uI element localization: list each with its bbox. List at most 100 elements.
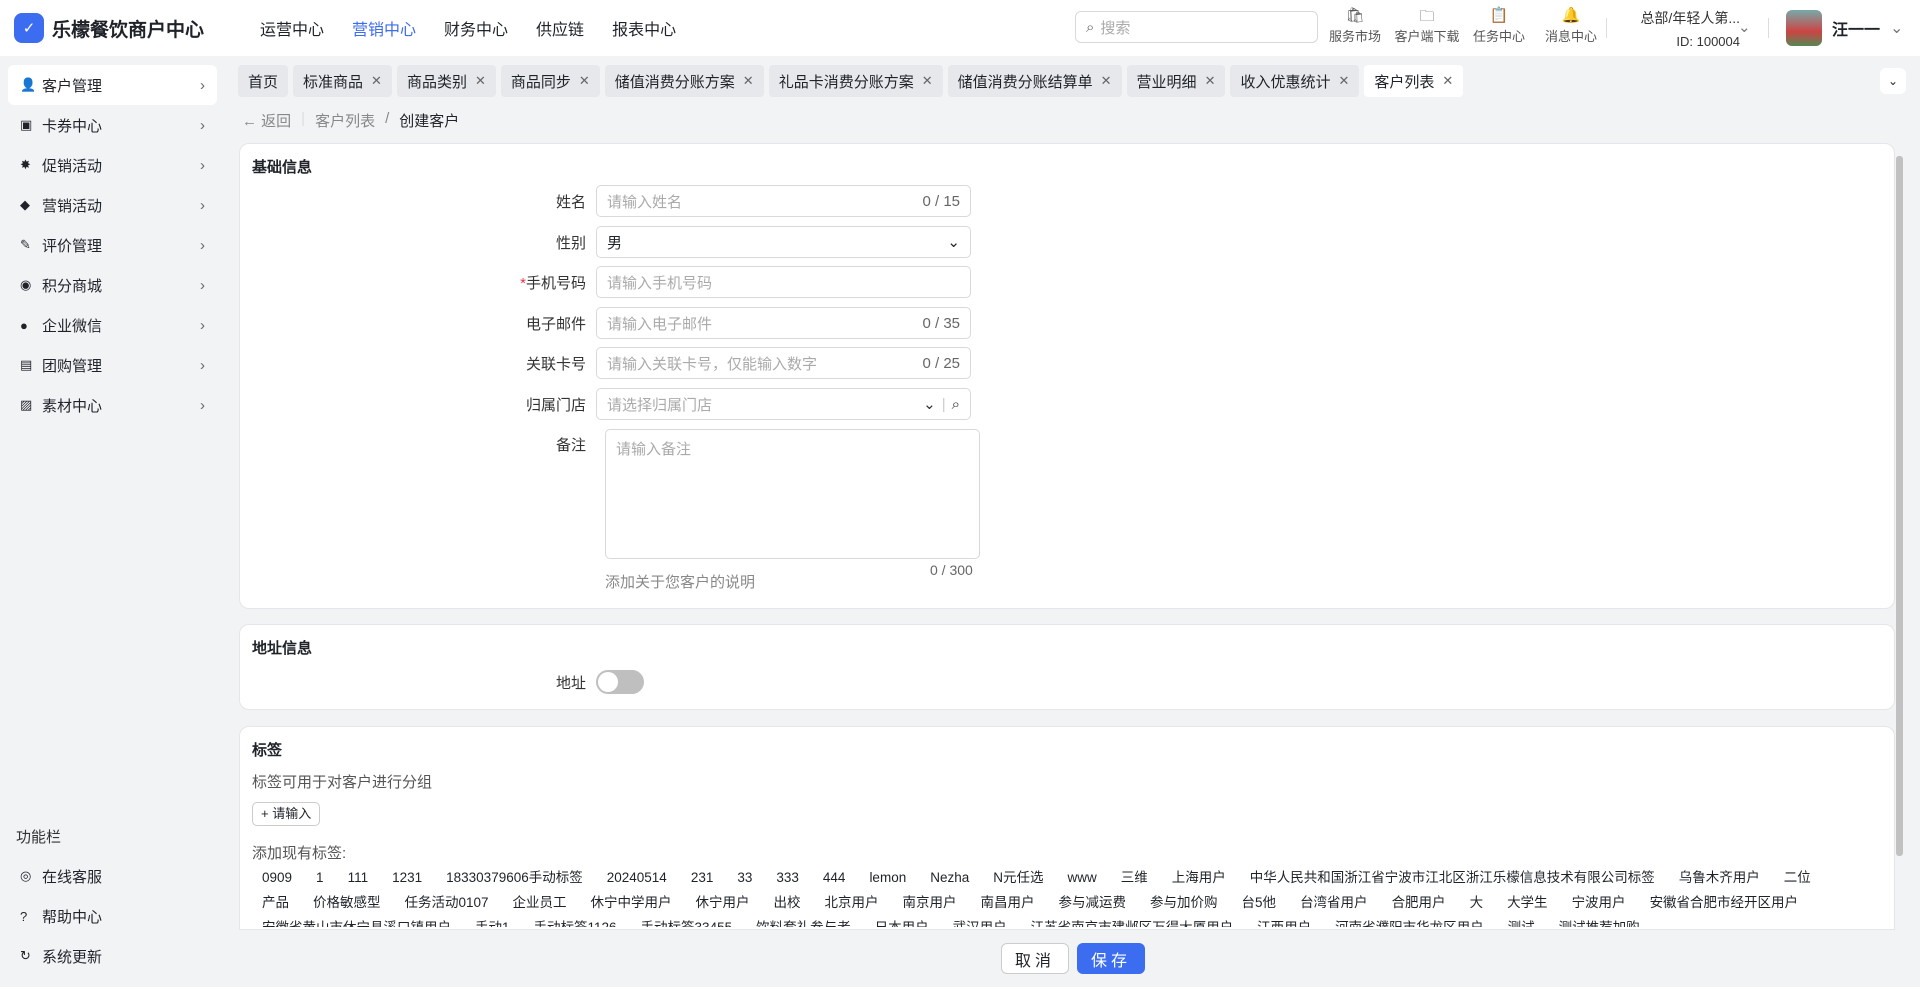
scrollbar-thumb[interactable]: [1896, 156, 1903, 856]
tag-chip[interactable]: 江苏省南京市建邺区万得大厦用户: [1031, 915, 1234, 927]
tab-item[interactable]: 商品类别 ✕: [396, 65, 496, 97]
tag-chip[interactable]: 333: [776, 865, 799, 890]
service-market-button[interactable]: 🛍 服务市场: [1322, 6, 1388, 45]
tag-chip[interactable]: 合肥用户: [1392, 890, 1446, 915]
breadcrumb-customer-list[interactable]: 客户列表: [315, 110, 375, 131]
sidebar-item-materials[interactable]: ▨ 素材中心 ›: [8, 385, 217, 425]
back-link[interactable]: ← 返回: [242, 110, 291, 131]
store-select[interactable]: 请选择归属门店 ⌄ | ⌕: [596, 388, 971, 420]
address-toggle[interactable]: [596, 670, 644, 694]
tag-chip[interactable]: 三维: [1121, 865, 1148, 890]
add-tag-button[interactable]: + 请输入: [252, 802, 321, 826]
tag-chip[interactable]: 手动标签33455: [641, 915, 733, 927]
tabs-more-button[interactable]: ⌄: [1880, 68, 1906, 94]
tab-item[interactable]: 客户列表 ✕: [1364, 65, 1464, 97]
system-update-link[interactable]: ↻ 系统更新: [8, 936, 217, 976]
note-textarea[interactable]: 请输入备注: [605, 429, 980, 559]
name-input[interactable]: 请输入姓名 0 / 15: [596, 185, 971, 217]
online-support-link[interactable]: ◎ 在线客服: [8, 856, 217, 896]
card-number-input[interactable]: 请输入关联卡号，仅能输入数字 0 / 25: [596, 347, 971, 379]
tag-chip[interactable]: 休宁用户: [696, 890, 750, 915]
tag-chip[interactable]: 18330379606手动标签: [446, 865, 583, 890]
close-icon[interactable]: ✕: [922, 73, 933, 89]
close-icon[interactable]: ✕: [743, 73, 754, 89]
tag-chip[interactable]: 33: [737, 865, 752, 890]
task-center-button[interactable]: 📋 任务中心: [1466, 6, 1532, 45]
tag-chip[interactable]: 南昌用户: [981, 890, 1035, 915]
save-button[interactable]: 保存: [1077, 943, 1145, 974]
tag-chip[interactable]: 安徽省合肥市经开区用户: [1650, 890, 1799, 915]
help-center-link[interactable]: ? 帮助中心: [8, 896, 217, 936]
close-icon[interactable]: ✕: [1442, 73, 1453, 89]
tag-chip[interactable]: 台湾省用户: [1300, 890, 1368, 915]
tab-item[interactable]: 礼品卡消费分账方案 ✕: [768, 65, 943, 97]
tag-chip[interactable]: 休宁中学用户: [591, 890, 672, 915]
sidebar-item-customers[interactable]: 👤 客户管理 ›: [8, 65, 217, 105]
tag-chip[interactable]: 乌鲁木齐用户: [1679, 865, 1760, 890]
sidebar-item-coupons[interactable]: ▣ 卡券中心 ›: [8, 105, 217, 145]
phone-input[interactable]: 请输入手机号码: [596, 266, 971, 298]
sidebar-item-promotions[interactable]: ✸ 促销活动 ›: [8, 145, 217, 185]
nav-reports[interactable]: 报表中心: [612, 16, 676, 40]
tag-chip[interactable]: 任务活动0107: [405, 890, 489, 915]
tag-chip[interactable]: 参与减运费: [1059, 890, 1127, 915]
search-icon[interactable]: ⌕: [952, 396, 960, 413]
tag-chip[interactable]: www: [1068, 865, 1097, 890]
nav-operations[interactable]: 运营中心: [260, 16, 324, 40]
email-input[interactable]: 请输入电子邮件 0 / 35: [596, 307, 971, 339]
tag-chip[interactable]: 宁波用户: [1572, 890, 1626, 915]
close-icon[interactable]: ✕: [579, 73, 590, 89]
tag-chip[interactable]: 上海用户: [1172, 865, 1226, 890]
tag-chip[interactable]: 手动1: [475, 915, 510, 927]
tag-chip[interactable]: 1231: [392, 865, 422, 890]
logo[interactable]: ✓ 乐檬餐饮商户中心: [14, 13, 234, 43]
message-center-button[interactable]: 🔔 消息中心: [1538, 6, 1604, 45]
tag-chip[interactable]: 中华人民共和国浙江省宁波市江北区浙江乐檬信息技术有限公司标签: [1250, 865, 1655, 890]
tag-chip[interactable]: 产品: [262, 890, 289, 915]
tab-item[interactable]: 收入优惠统计 ✕: [1230, 65, 1360, 97]
tag-chip[interactable]: 1: [316, 865, 324, 890]
tag-chip[interactable]: 饮料套礼参与者: [756, 915, 851, 927]
tag-chip[interactable]: 河南省濮阳市华龙区用户: [1335, 915, 1484, 927]
tag-chip[interactable]: 444: [823, 865, 846, 890]
tab-item[interactable]: 标准商品 ✕: [293, 65, 392, 97]
tag-chip[interactable]: 手动标签1126: [534, 915, 617, 927]
tag-chip[interactable]: 企业员工: [513, 890, 567, 915]
sidebar-item-wecom[interactable]: ● 企业微信 ›: [8, 305, 217, 345]
nav-marketing[interactable]: 营销中心: [352, 16, 416, 40]
tag-chip[interactable]: 20240514: [607, 865, 667, 890]
search-input[interactable]: ⌕ 搜索: [1075, 11, 1318, 43]
tag-chip[interactable]: 二位: [1784, 865, 1811, 890]
org-selector[interactable]: 总部/年轻人第... ID: 100004: [1620, 8, 1740, 49]
tag-chip[interactable]: 0909: [262, 865, 292, 890]
sidebar-item-marketing[interactable]: ◆ 营销活动 ›: [8, 185, 217, 225]
tag-chip[interactable]: 231: [691, 865, 714, 890]
tag-chip[interactable]: 测试推荐加购: [1559, 915, 1640, 927]
tab-item[interactable]: 首页: [238, 65, 289, 97]
close-icon[interactable]: ✕: [371, 73, 382, 89]
tag-chip[interactable]: 参与加价购: [1150, 890, 1218, 915]
tag-chip[interactable]: lemon: [869, 865, 906, 890]
tag-chip[interactable]: 北京用户: [825, 890, 879, 915]
tag-chip[interactable]: 111: [348, 865, 369, 890]
close-icon[interactable]: ✕: [1338, 73, 1349, 89]
tag-chip[interactable]: 出校: [774, 890, 801, 915]
close-icon[interactable]: ✕: [1101, 73, 1112, 89]
tag-chip[interactable]: 武汉用户: [953, 915, 1007, 927]
tab-item[interactable]: 商品同步 ✕: [500, 65, 600, 97]
tab-item[interactable]: 营业明细 ✕: [1126, 65, 1226, 97]
tag-chip[interactable]: Nezha: [930, 865, 969, 890]
tag-chip[interactable]: 日本用户: [875, 915, 929, 927]
tag-chip[interactable]: 南京用户: [903, 890, 957, 915]
tag-chip[interactable]: 大学生: [1507, 890, 1548, 915]
tab-item[interactable]: 储值消费分账方案 ✕: [604, 65, 764, 97]
gender-select[interactable]: 男 ⌄: [596, 226, 971, 258]
chevron-down-icon[interactable]: ⌄: [1738, 18, 1751, 36]
tag-chip[interactable]: 台5他: [1242, 890, 1277, 915]
tag-chip[interactable]: N元任选: [993, 865, 1043, 890]
close-icon[interactable]: ✕: [1205, 73, 1216, 89]
nav-supply-chain[interactable]: 供应链: [536, 16, 584, 40]
tag-chip[interactable]: 江西用户: [1257, 915, 1311, 927]
sidebar-item-reviews[interactable]: ✎ 评价管理 ›: [8, 225, 217, 265]
tag-chip[interactable]: 测试: [1508, 915, 1535, 927]
